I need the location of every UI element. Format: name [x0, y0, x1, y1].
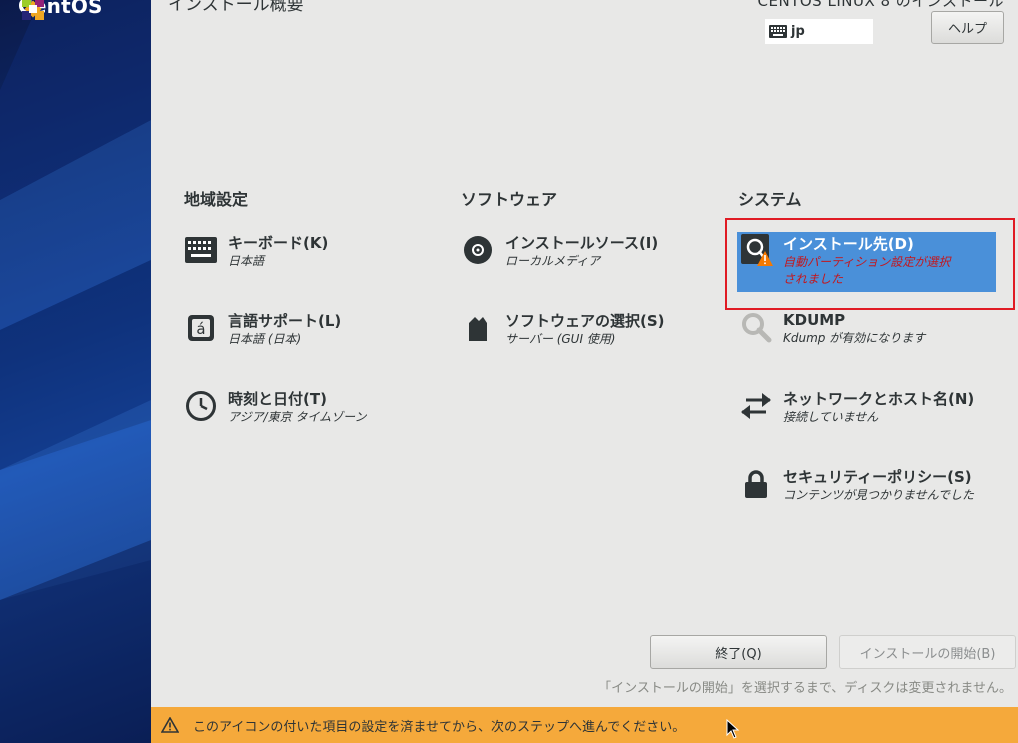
- spoke-title: セキュリティーポリシー(S): [783, 468, 972, 486]
- annotation-highlight-box: [725, 218, 1015, 310]
- begin-installation-button[interactable]: インストールの開始(B): [839, 635, 1016, 669]
- spoke-title: キーボード(K): [228, 234, 329, 252]
- mouse-cursor-icon: [726, 719, 740, 739]
- spoke-title: KDUMP: [783, 311, 846, 329]
- keyboard-layout-value: jp: [791, 24, 805, 39]
- quit-button[interactable]: 終了(Q): [650, 635, 827, 669]
- spoke-keyboard[interactable]: キーボード(K) 日本語: [184, 233, 328, 270]
- disk-change-hint: 「インストールの開始」を選択するまで、ディスクは変更されません。: [598, 681, 1012, 696]
- warning-message: このアイコンの付いた項目の設定を済ませてから、次のステップへ進んでください。: [193, 719, 686, 735]
- spoke-title: 言語サポート(L): [228, 312, 342, 330]
- spoke-language-support[interactable]: á 言語サポート(L) 日本語 (日本): [184, 311, 341, 348]
- spoke-status: ローカルメディア: [505, 254, 601, 268]
- spoke-time-date[interactable]: 時刻と日付(T) アジア/東京 タイムゾーン: [184, 389, 367, 426]
- help-button[interactable]: ヘルプ: [931, 11, 1004, 44]
- spoke-status: 日本語 (日本): [228, 332, 302, 346]
- spoke-title: ソフトウェアの選択(S): [505, 312, 665, 330]
- spoke-installation-source[interactable]: インストールソース(I) ローカルメディア: [461, 233, 658, 270]
- sidebar-background-pattern: [0, 0, 151, 743]
- section-heading-localization: 地域設定: [184, 190, 249, 209]
- spoke-status: 日本語: [228, 254, 265, 268]
- lock-icon: [739, 467, 773, 501]
- warning-icon: [161, 717, 179, 733]
- spoke-security-policy[interactable]: セキュリティーポリシー(S) コンテンツが見つかりませんでした: [739, 467, 974, 504]
- keyboard-layout-indicator[interactable]: jp: [765, 19, 873, 44]
- svg-text:á: á: [196, 320, 205, 338]
- keyboard-icon: [769, 25, 787, 38]
- network-arrows-icon: [739, 389, 773, 423]
- package-icon: [461, 311, 495, 345]
- spoke-title: インストールソース(I): [505, 234, 659, 252]
- spoke-network-hostname[interactable]: ネットワークとホスト名(N) 接続していません: [739, 389, 974, 426]
- magnifier-icon: [739, 310, 773, 344]
- spoke-status: Kdump が有効になります: [783, 331, 926, 345]
- disc-icon: [461, 233, 495, 267]
- spoke-status: サーバー (GUI 使用): [505, 332, 616, 346]
- sidebar: CentOS: [0, 0, 151, 743]
- keyboard-icon: [184, 233, 218, 267]
- product-title: CENTOS LINUX 8 のインストール: [757, 0, 1004, 10]
- spoke-status: 接続していません: [783, 410, 879, 424]
- language-icon: á: [184, 311, 218, 345]
- section-heading-software: ソフトウェア: [461, 190, 558, 209]
- centos-logo: CentOS: [18, 0, 103, 20]
- spoke-kdump[interactable]: KDUMP Kdump が有効になります: [739, 310, 925, 347]
- spoke-status: アジア/東京 タイムゾーン: [228, 410, 367, 424]
- spoke-title: ネットワークとホスト名(N): [783, 390, 975, 408]
- warning-bar: このアイコンの付いた項目の設定を済ませてから、次のステップへ進んでください。: [151, 707, 1018, 743]
- spoke-title: 時刻と日付(T): [228, 390, 327, 408]
- clock-icon: [184, 389, 218, 423]
- centos-logo-icon: [22, 0, 44, 20]
- spoke-software-selection[interactable]: ソフトウェアの選択(S) サーバー (GUI 使用): [461, 311, 665, 348]
- page-title: インストール概要: [168, 0, 304, 15]
- spoke-status: コンテンツが見つかりませんでした: [783, 488, 975, 502]
- section-heading-system: システム: [738, 190, 802, 209]
